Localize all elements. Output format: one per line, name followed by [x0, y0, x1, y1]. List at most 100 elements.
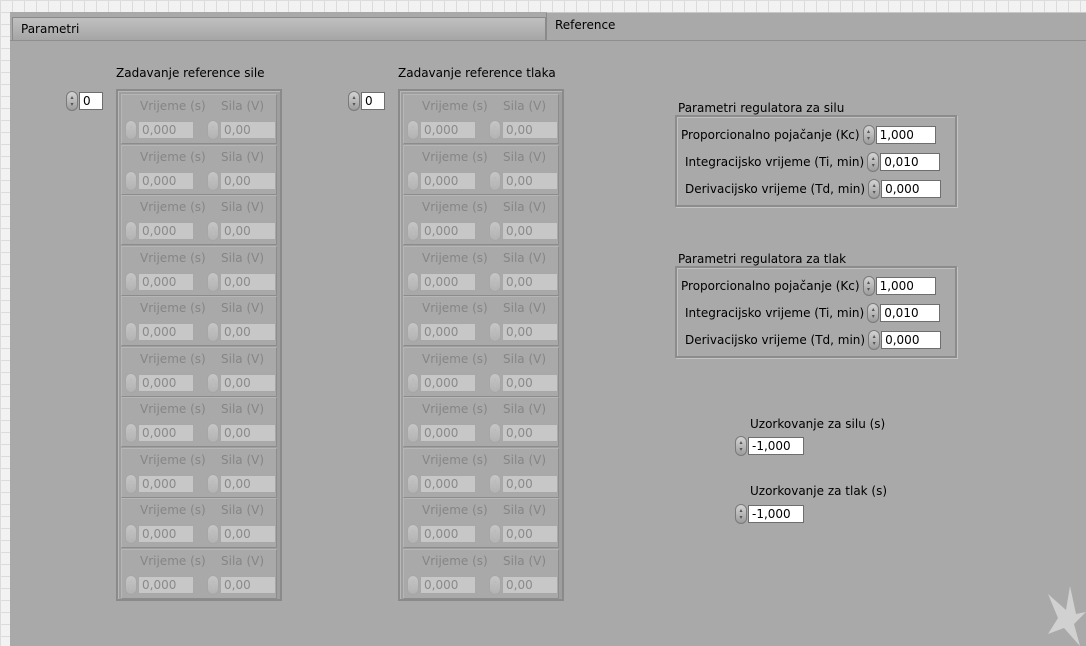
pressure-ti-control[interactable]: Integracijsko vrijeme (Ti, min) ▴ ▾ 0,010	[685, 303, 941, 323]
value-control[interactable]: ▴ ▾ 0,00	[489, 372, 558, 393]
value-control[interactable]: ▴ ▾ 0,00	[489, 574, 558, 595]
value-control[interactable]: ▴ ▾ 0,00	[207, 524, 276, 544]
time-control[interactable]: ▴ ▾ 0,000	[125, 372, 194, 393]
spin-arrows-icon[interactable]: ▴ ▾	[407, 322, 419, 342]
spin-arrows-icon[interactable]: ▴ ▾	[207, 473, 219, 494]
spin-arrows-icon[interactable]: ▴ ▾	[125, 372, 137, 393]
sila-value[interactable]: 0,00	[502, 171, 558, 190]
spin-arrows-icon[interactable]: ▴ ▾	[407, 170, 419, 191]
time-value[interactable]: 0,000	[138, 373, 194, 392]
sila-value[interactable]: 0,00	[502, 525, 558, 543]
value-control[interactable]: ▴ ▾ 0,00	[207, 221, 276, 241]
value-control[interactable]: ▴ ▾ 0,00	[489, 120, 558, 140]
spin-arrows-icon[interactable]: ▴ ▾	[125, 221, 137, 241]
value-control[interactable]: ▴ ▾ 0,00	[207, 574, 276, 595]
spin-arrows-icon[interactable]: ▴ ▾	[407, 120, 419, 140]
sila-value[interactable]: 0,00	[220, 525, 276, 543]
sampling-pressure-control[interactable]: ▴ ▾ -1,000	[735, 504, 804, 524]
spin-arrows-icon[interactable]: ▴ ▾	[207, 322, 219, 342]
spin-arrows-icon[interactable]: ▴ ▾	[867, 152, 880, 172]
time-value[interactable]: 0,000	[138, 575, 194, 594]
spin-arrows-icon[interactable]: ▴ ▾	[407, 221, 419, 241]
value-control[interactable]: ▴ ▾ 0,00	[489, 423, 558, 443]
time-value[interactable]: 0,000	[138, 222, 194, 240]
spin-arrows-icon[interactable]: ▴ ▾	[489, 271, 501, 292]
spin-arrows-icon[interactable]: ▴ ▾	[489, 221, 501, 241]
sila-value[interactable]: 0,00	[220, 424, 276, 442]
time-value[interactable]: 0,000	[420, 424, 476, 442]
time-value[interactable]: 0,000	[420, 474, 476, 493]
time-value[interactable]: 0,000	[138, 323, 194, 341]
spin-arrows-icon[interactable]: ▴ ▾	[407, 524, 419, 544]
kc-value[interactable]: 1,000	[875, 126, 936, 144]
time-value[interactable]: 0,000	[138, 424, 194, 442]
time-control[interactable]: ▴ ▾ 0,000	[407, 221, 476, 241]
time-control[interactable]: ▴ ▾ 0,000	[125, 423, 194, 443]
spin-arrows-icon[interactable]: ▴ ▾	[868, 330, 881, 350]
sila-value[interactable]: 0,00	[220, 323, 276, 341]
time-control[interactable]: ▴ ▾ 0,000	[125, 221, 194, 241]
ti-value[interactable]: 0,010	[880, 304, 941, 322]
value-control[interactable]: ▴ ▾ 0,00	[207, 473, 276, 494]
spin-arrows-icon[interactable]: ▴ ▾	[207, 524, 219, 544]
value-control[interactable]: ▴ ▾ 0,00	[489, 170, 558, 191]
time-control[interactable]: ▴ ▾ 0,000	[407, 473, 476, 494]
time-value[interactable]: 0,000	[420, 222, 476, 240]
time-value[interactable]: 0,000	[138, 474, 194, 493]
time-value[interactable]: 0,000	[420, 525, 476, 543]
time-control[interactable]: ▴ ▾ 0,000	[125, 322, 194, 342]
value-control[interactable]: ▴ ▾ 0,00	[489, 473, 558, 494]
pressure-kc-control[interactable]: Proporcionalno pojačanje (Kc) ▴ ▾ 1,000	[681, 276, 936, 296]
time-value[interactable]: 0,000	[138, 171, 194, 190]
pressure-reference-index[interactable]: ▴ ▾ 0	[348, 91, 385, 111]
spin-arrows-icon[interactable]: ▴ ▾	[125, 170, 137, 191]
sila-value[interactable]: 0,00	[502, 272, 558, 291]
spin-arrows-icon[interactable]: ▴ ▾	[867, 303, 880, 323]
time-value[interactable]: 0,000	[138, 121, 194, 139]
spin-arrows-icon[interactable]: ▴ ▾	[207, 574, 219, 595]
time-control[interactable]: ▴ ▾ 0,000	[407, 271, 476, 292]
value-control[interactable]: ▴ ▾ 0,00	[207, 120, 276, 140]
sila-value[interactable]: 0,00	[220, 222, 276, 240]
value-control[interactable]: ▴ ▾ 0,00	[489, 271, 558, 292]
force-kc-control[interactable]: Proporcionalno pojačanje (Kc) ▴ ▾ 1,000	[681, 125, 936, 145]
spin-arrows-icon[interactable]: ▴ ▾	[489, 473, 501, 494]
time-control[interactable]: ▴ ▾ 0,000	[407, 120, 476, 140]
sila-value[interactable]: 0,00	[220, 373, 276, 392]
spin-arrows-icon[interactable]: ▴ ▾	[207, 120, 219, 140]
value-control[interactable]: ▴ ▾ 0,00	[489, 322, 558, 342]
sila-value[interactable]: 0,00	[502, 575, 558, 594]
sila-value[interactable]: 0,00	[502, 323, 558, 341]
spin-arrows-icon[interactable]: ▴ ▾	[207, 271, 219, 292]
spin-arrows-icon[interactable]: ▴ ▾	[489, 574, 501, 595]
time-control[interactable]: ▴ ▾ 0,000	[125, 574, 194, 595]
spin-arrows-icon[interactable]: ▴ ▾	[407, 574, 419, 595]
value-control[interactable]: ▴ ▾ 0,00	[489, 221, 558, 241]
time-control[interactable]: ▴ ▾ 0,000	[407, 372, 476, 393]
sila-value[interactable]: 0,00	[220, 575, 276, 594]
time-control[interactable]: ▴ ▾ 0,000	[125, 271, 194, 292]
sampling-pressure-value[interactable]: -1,000	[748, 505, 804, 523]
sila-value[interactable]: 0,00	[502, 121, 558, 139]
spin-arrows-icon[interactable]: ▴ ▾	[125, 574, 137, 595]
value-control[interactable]: ▴ ▾ 0,00	[207, 271, 276, 292]
time-control[interactable]: ▴ ▾ 0,000	[407, 574, 476, 595]
spin-arrows-icon[interactable]: ▴ ▾	[735, 504, 747, 524]
pressure-td-control[interactable]: Derivacijsko vrijeme (Td, min) ▴ ▾ 0,000	[685, 330, 942, 350]
spin-arrows-icon[interactable]: ▴ ▾	[207, 170, 219, 191]
spin-arrows-icon[interactable]: ▴ ▾	[66, 91, 78, 111]
spin-arrows-icon[interactable]: ▴ ▾	[125, 524, 137, 544]
spin-arrows-icon[interactable]: ▴ ▾	[868, 179, 881, 199]
sila-value[interactable]: 0,00	[502, 222, 558, 240]
time-control[interactable]: ▴ ▾ 0,000	[125, 120, 194, 140]
spin-arrows-icon[interactable]: ▴ ▾	[489, 372, 501, 393]
time-control[interactable]: ▴ ▾ 0,000	[407, 322, 476, 342]
tab-parametri[interactable]: Parametri	[12, 17, 546, 41]
sila-value[interactable]: 0,00	[220, 171, 276, 190]
time-value[interactable]: 0,000	[420, 373, 476, 392]
spin-arrows-icon[interactable]: ▴ ▾	[207, 372, 219, 393]
spin-arrows-icon[interactable]: ▴ ▾	[489, 322, 501, 342]
spin-arrows-icon[interactable]: ▴ ▾	[348, 91, 360, 111]
sampling-force-control[interactable]: ▴ ▾ -1,000	[735, 436, 804, 456]
value-control[interactable]: ▴ ▾ 0,00	[207, 372, 276, 393]
